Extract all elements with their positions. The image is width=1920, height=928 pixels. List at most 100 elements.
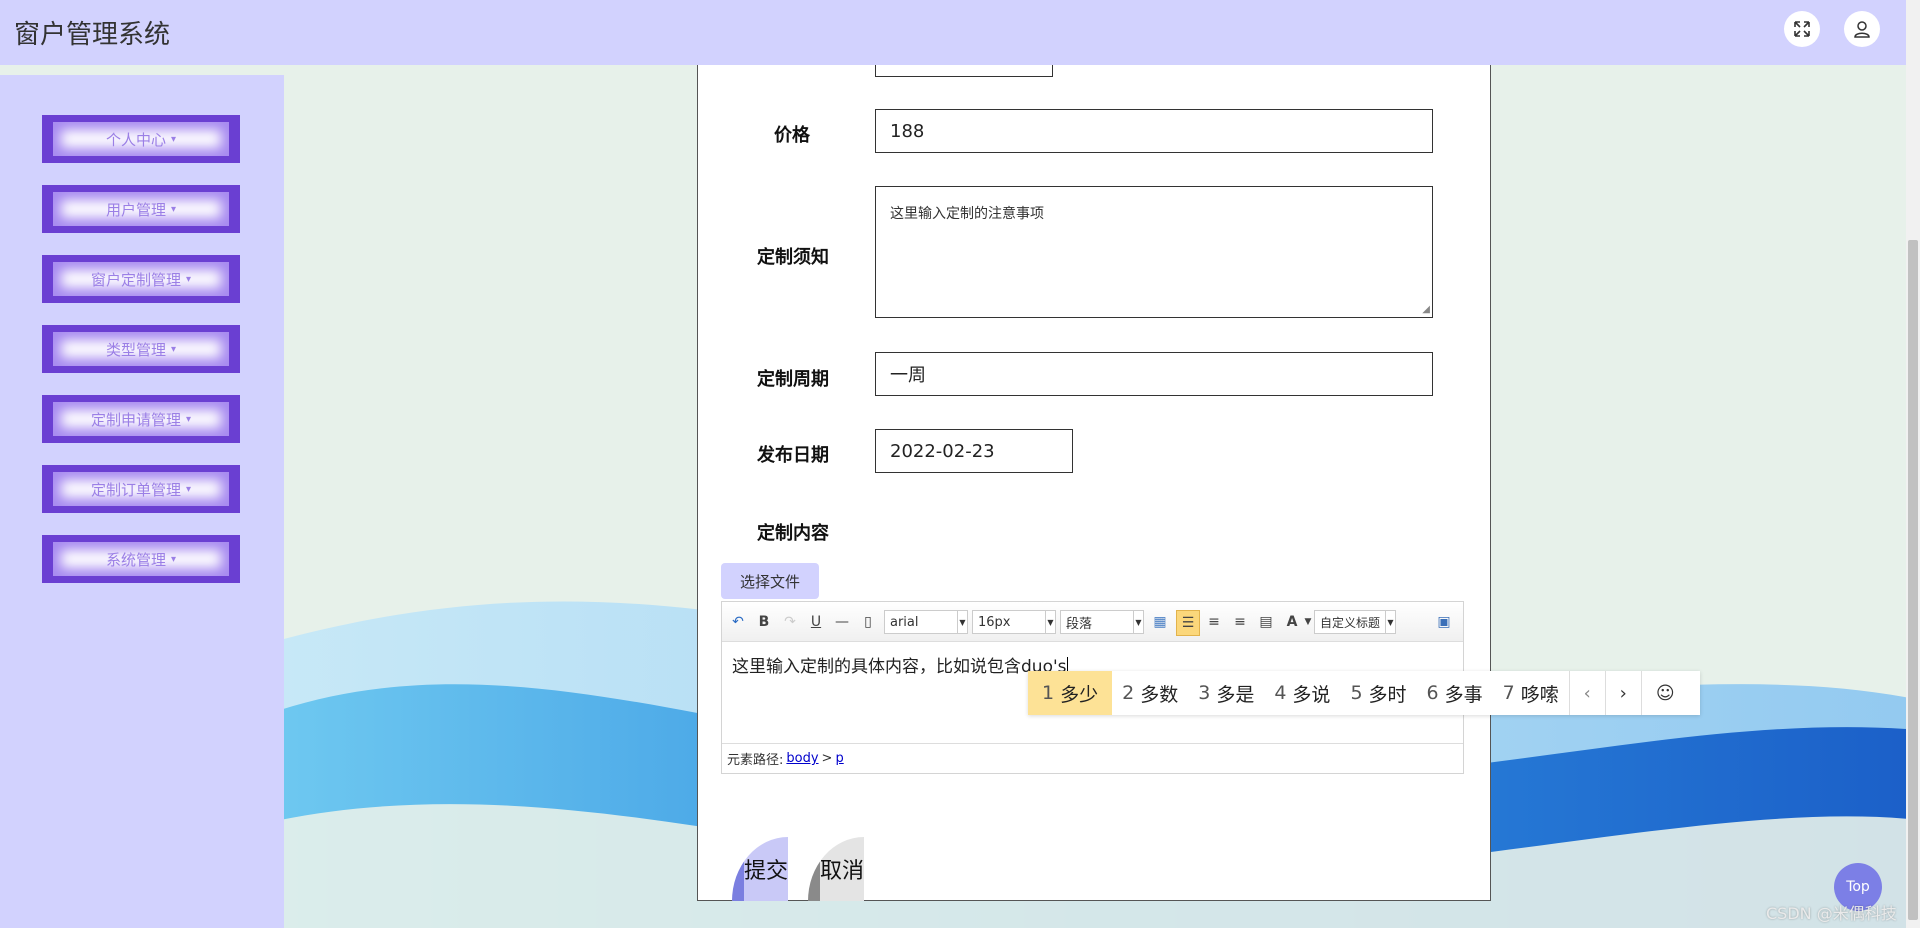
candidate-number: 4 bbox=[1274, 682, 1287, 704]
editor-content[interactable]: 这里输入定制的具体内容，比如说包含duo's bbox=[732, 652, 1068, 677]
chevron-down-icon: ▾ bbox=[170, 553, 177, 565]
editor-text: 这里输入定制的具体内容，比如说包含duo's bbox=[732, 657, 1067, 677]
price-input[interactable]: 188 bbox=[875, 109, 1433, 153]
ime-next-icon[interactable]: › bbox=[1604, 671, 1641, 715]
path-separator: > bbox=[821, 751, 833, 766]
chevron-down-icon: ▾ bbox=[170, 133, 177, 145]
align-right-icon[interactable]: ≡ bbox=[1204, 612, 1224, 632]
chevron-down-icon: ▾ bbox=[170, 343, 177, 355]
font-family-value: arial bbox=[890, 614, 919, 630]
sidebar-item-label: 个人中心 bbox=[105, 130, 166, 149]
ime-candidate[interactable]: 2 多数 bbox=[1112, 671, 1188, 715]
candidate-text: 多少 bbox=[1060, 683, 1099, 706]
top-header: 窗户管理系统 bbox=[0, 0, 1906, 65]
redo-icon[interactable]: ↷ bbox=[780, 612, 800, 632]
notice-label: 定制须知 bbox=[757, 247, 829, 268]
sidebar-item-application[interactable]: 定制申请管理 ▾ bbox=[42, 395, 240, 443]
font-size-value: 16px bbox=[978, 614, 1011, 630]
fullscreen-button[interactable] bbox=[1784, 11, 1820, 47]
custom-title-select[interactable]: 自定义标题 ▼ bbox=[1314, 610, 1396, 634]
candidate-number: 1 bbox=[1042, 682, 1055, 704]
resize-grip-icon[interactable]: ◢ bbox=[1422, 304, 1430, 315]
sidebar-item-label: 定制订单管理 bbox=[90, 480, 181, 499]
ime-candidate[interactable]: 6 多事 bbox=[1417, 671, 1493, 715]
preview-icon[interactable]: ▣ bbox=[1434, 612, 1454, 632]
candidate-number: 5 bbox=[1350, 682, 1363, 704]
cancel-button[interactable]: 取消 bbox=[808, 837, 864, 901]
font-family-select[interactable]: arial ▼ bbox=[884, 610, 968, 634]
undo-icon[interactable]: ↶ bbox=[728, 612, 748, 632]
notice-textarea[interactable]: 这里输入定制的注意事项 ◢ bbox=[875, 186, 1433, 318]
cancel-button-label: 取消 bbox=[819, 859, 864, 884]
page-icon[interactable]: ▯ bbox=[858, 612, 878, 632]
user-button[interactable] bbox=[1844, 11, 1880, 47]
sidebar-item-type-management[interactable]: 类型管理 ▾ bbox=[42, 325, 240, 373]
candidate-text: 多说 bbox=[1292, 683, 1331, 706]
underline-icon[interactable]: U bbox=[806, 612, 826, 632]
custom-title-value: 自定义标题 bbox=[1320, 615, 1381, 630]
paragraph-select[interactable]: 段落 ▼ bbox=[1060, 610, 1144, 634]
sidebar-item-label: 定制申请管理 bbox=[90, 410, 181, 429]
period-input[interactable]: 一周 bbox=[875, 352, 1433, 396]
horizontal-rule-icon[interactable]: — bbox=[832, 612, 852, 632]
dropdown-arrow-icon: ▼ bbox=[957, 611, 967, 633]
ime-candidate[interactable]: 5 多时 bbox=[1340, 671, 1416, 715]
path-label: 元素路径: bbox=[727, 753, 784, 768]
ime-prev-icon[interactable]: ‹ bbox=[1568, 671, 1605, 715]
sidebar-item-label: 系统管理 bbox=[105, 550, 166, 569]
align-center-icon[interactable]: ≡ bbox=[1230, 612, 1250, 632]
candidate-text: 多数 bbox=[1140, 683, 1179, 706]
sidebar-item-personal-center[interactable]: 个人中心 ▾ bbox=[42, 115, 240, 163]
candidate-number: 2 bbox=[1122, 682, 1135, 704]
content-label: 定制内容 bbox=[757, 523, 829, 544]
dropdown-arrow-icon: ▼ bbox=[1045, 611, 1055, 633]
candidate-text: 多是 bbox=[1216, 683, 1255, 706]
align-left-icon[interactable]: ☰ bbox=[1176, 610, 1200, 636]
submit-button[interactable]: 提交 bbox=[732, 837, 788, 901]
candidate-number: 6 bbox=[1426, 682, 1439, 704]
date-label: 发布日期 bbox=[757, 445, 829, 466]
sidebar-item-system[interactable]: 系统管理 ▾ bbox=[42, 535, 240, 583]
ime-candidate[interactable]: 4 多说 bbox=[1264, 671, 1340, 715]
user-icon bbox=[1854, 21, 1870, 38]
candidate-text: 哆嗦 bbox=[1520, 683, 1559, 706]
expand-icon bbox=[1794, 21, 1810, 37]
dropdown-arrow-icon: ▼ bbox=[1133, 611, 1143, 633]
chevron-down-icon: ▾ bbox=[170, 203, 177, 215]
form-panel: 价格 188 定制须知 这里输入定制的注意事项 ◢ 定制周期 一周 发布日期 2… bbox=[697, 39, 1491, 901]
candidate-text: 多时 bbox=[1368, 683, 1407, 706]
sidebar-item-label: 窗户定制管理 bbox=[90, 270, 181, 289]
chevron-down-icon: ▾ bbox=[185, 273, 192, 285]
sidebar-item-label: 用户管理 bbox=[105, 200, 166, 219]
font-size-select[interactable]: 16px ▼ bbox=[972, 610, 1056, 634]
candidate-text: 多事 bbox=[1444, 683, 1483, 706]
sidebar: 个人中心 ▾ 用户管理 ▾ 窗户定制管理 ▾ 类型管理 ▾ 定制申请管理 ▾ 定制订单管理… bbox=[0, 75, 284, 928]
paragraph-value: 段落 bbox=[1066, 616, 1093, 632]
period-label: 定制周期 bbox=[757, 369, 829, 390]
table-icon[interactable]: ▦ bbox=[1150, 612, 1170, 632]
watermark: CSDN @米偶科技 bbox=[1766, 904, 1897, 923]
date-input[interactable]: 2022-02-23 bbox=[875, 429, 1073, 473]
emoji-icon[interactable]: ☺ bbox=[1640, 671, 1689, 715]
editor-toolbar: ↶ B ↷ U — ▯ arial ▼ 16px ▼ 段落 ▼ ▦ ☰ ≡ ≡ ▤ A… bbox=[722, 602, 1463, 642]
app-title: 窗户管理系统 bbox=[14, 20, 171, 50]
path-body-link[interactable]: body bbox=[786, 751, 818, 766]
sidebar-item-user-management[interactable]: 用户管理 ▾ bbox=[42, 185, 240, 233]
chevron-down-icon: ▾ bbox=[185, 413, 192, 425]
scrollbar-thumb[interactable] bbox=[1908, 240, 1918, 920]
chevron-down-icon: ▾ bbox=[185, 483, 192, 495]
dropdown-arrow-icon: ▼ bbox=[1385, 611, 1395, 633]
sidebar-item-orders[interactable]: 定制订单管理 ▾ bbox=[42, 465, 240, 513]
ime-candidate[interactable]: 3 多是 bbox=[1188, 671, 1264, 715]
element-path-bar: 元素路径: body > p bbox=[722, 743, 1463, 773]
sidebar-item-window-custom[interactable]: 窗户定制管理 ▾ bbox=[42, 255, 240, 303]
notice-text: 这里输入定制的注意事项 bbox=[890, 206, 1044, 222]
align-justify-icon[interactable]: ▤ bbox=[1256, 612, 1276, 632]
ime-candidate[interactable]: 1 多少 bbox=[1028, 671, 1113, 715]
choose-file-button[interactable]: 选择文件 bbox=[721, 563, 819, 599]
candidate-number: 3 bbox=[1198, 682, 1211, 704]
path-p-link[interactable]: p bbox=[835, 751, 843, 766]
bold-icon[interactable]: B bbox=[754, 612, 774, 632]
candidate-number: 7 bbox=[1502, 682, 1515, 704]
ime-candidate[interactable]: 7 哆嗦 bbox=[1493, 671, 1569, 715]
